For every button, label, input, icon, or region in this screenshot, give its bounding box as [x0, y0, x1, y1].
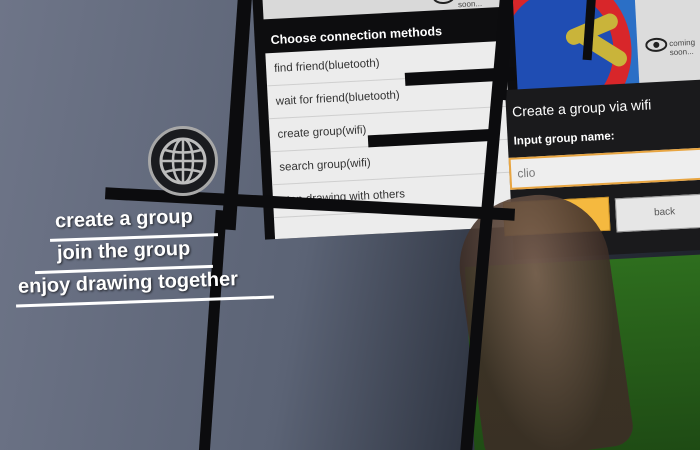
group-name-input[interactable]: clio	[508, 146, 700, 190]
eye-icon[interactable]	[645, 35, 668, 54]
tagline-join-group: join the group	[56, 237, 191, 265]
status-text: coming soon...	[669, 37, 696, 58]
promo-screen: coming soon... coming soon... Choose con…	[0, 0, 700, 450]
eye-icon[interactable]	[432, 0, 455, 7]
back-button[interactable]: back	[614, 193, 700, 233]
globe-icon	[148, 126, 218, 196]
frame-bar	[198, 209, 227, 450]
tagline-create-group: create a group	[54, 205, 194, 233]
thumbnail-sidebar: coming soon...	[634, 0, 700, 89]
panel-top-strip: coming soon...	[261, 0, 504, 20]
input-label: Input group name:	[513, 130, 615, 148]
status-text: coming soon...	[457, 0, 483, 10]
dialog-title: Create a group via wifi	[511, 96, 652, 120]
